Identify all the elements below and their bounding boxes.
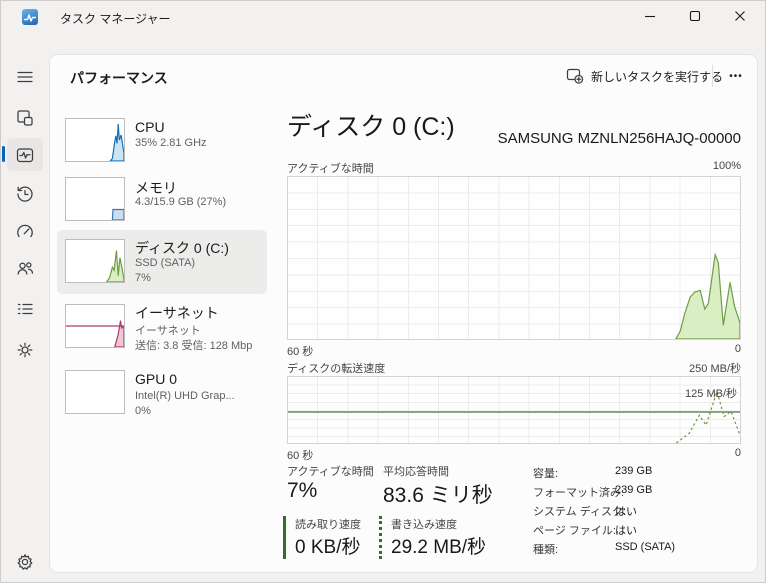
sidebar-item-settings[interactable] — [7, 545, 43, 578]
page-title: パフォーマンス — [70, 70, 168, 86]
transfer-rate-chart — [287, 376, 741, 444]
cpu-mini-chart — [65, 118, 125, 162]
transfer-chart-header: ディスクの転送速度 250 MB/秒 — [287, 360, 741, 376]
sidebar-item-app-history[interactable] — [7, 177, 43, 210]
users-icon — [17, 261, 34, 275]
navigation-rail — [0, 0, 50, 583]
transfer-chart-label: ディスクの転送速度 — [287, 363, 386, 375]
disk-pane-title: ディスク 0 (C:) — [287, 113, 455, 141]
disk-model-name: SAMSUNG MZNLN256HAJQ-00000 — [497, 130, 741, 147]
gauge-icon — [17, 224, 33, 237]
disk-performance-pane: ディスク 0 (C:) SAMSUNG MZNLN256HAJQ-00000 ア… — [283, 55, 757, 572]
history-clock-icon — [17, 186, 33, 202]
active-chart-xright: 0 — [734, 343, 741, 355]
stat-write-speed: 書き込み速度 29.2 MB/秒 — [379, 516, 486, 559]
ethernet-mini-chart — [65, 304, 125, 348]
active-chart-xaxis: 60 秒 0 — [287, 343, 741, 359]
active-time-chart — [287, 176, 741, 340]
memory-mini-chart — [65, 177, 125, 221]
sidebar-item-processes[interactable] — [7, 101, 43, 134]
transfer-chart-xaxis: 60 秒 0 — [287, 447, 741, 463]
selected-indicator — [2, 146, 5, 162]
transfer-chart-ymax: 250 MB/秒 — [689, 363, 741, 375]
sidebar-item-services[interactable] — [7, 333, 43, 366]
sidebar-item-details[interactable] — [7, 292, 43, 325]
gpu-mini-chart — [65, 370, 125, 414]
stat-active-time: アクティブな時間 7% — [287, 466, 374, 502]
details-list-icon — [17, 303, 33, 314]
processes-icon — [17, 109, 33, 126]
transfer-chart-xleft: 60 秒 — [287, 450, 314, 462]
active-chart-label: アクティブな時間 — [287, 163, 374, 175]
stat-avg-response: 平均応答時間 83.6 ミリ秒 — [383, 466, 493, 507]
menu-hamburger-button[interactable] — [7, 60, 43, 93]
services-gear-icon — [17, 342, 33, 357]
content-card: パフォーマンス 新しいタスクを実行する ••• CPU 35% 2.81 GHz — [50, 55, 757, 572]
task-manager-window: タスク マネージャー パフォーマンス 新しいタスクを実行する ••• CPU 3… — [0, 0, 766, 583]
sidebar-item-startup-apps[interactable] — [7, 215, 43, 248]
transfer-chart-xright: 0 — [734, 447, 741, 459]
performance-icon — [16, 147, 34, 162]
active-chart-xleft: 60 秒 — [287, 346, 314, 358]
window-title: タスク マネージャー — [60, 12, 171, 26]
transfer-chart-ymid: 125 MB/秒 — [685, 388, 737, 400]
sidebar-item-users[interactable] — [7, 251, 43, 284]
active-chart-ymax: 100% — [712, 160, 741, 172]
close-button[interactable] — [718, 0, 762, 32]
disk-mini-chart — [65, 239, 125, 283]
minimize-button[interactable] — [628, 0, 672, 32]
settings-gear-icon — [17, 553, 33, 570]
active-chart-header: アクティブな時間 100% — [287, 160, 741, 176]
sidebar-item-performance[interactable] — [7, 138, 43, 171]
stat-read-speed: 読み取り速度 0 KB/秒 — [283, 516, 361, 559]
maximize-button[interactable] — [673, 0, 717, 32]
hamburger-icon — [17, 71, 33, 82]
